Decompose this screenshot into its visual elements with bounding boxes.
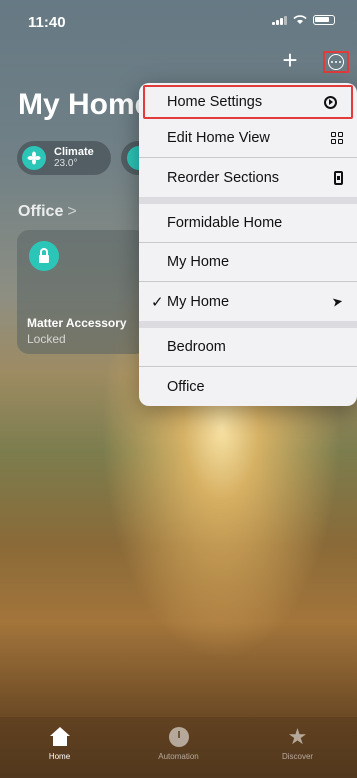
accessory-state: Locked [27, 332, 66, 346]
tab-bar: Home Automation ★ Discover [0, 717, 357, 778]
tab-label: Discover [281, 752, 314, 761]
settings-circle-icon [324, 95, 337, 109]
house-icon [49, 727, 70, 747]
section-label: Office [18, 203, 64, 220]
star-icon: ★ [287, 724, 308, 749]
phone-icon [334, 170, 343, 185]
menu-item-home-settings[interactable]: Home Settings [143, 85, 353, 119]
ellipsis-icon [328, 54, 344, 70]
home-screen: 11:40 + My Home Climate 23.0° Office > Ma… [0, 0, 357, 778]
menu-item-label: My Home [167, 293, 230, 310]
location-arrow-icon: ➤ [330, 292, 345, 310]
menu-item-label: Home Settings [167, 94, 263, 110]
menu-item-label: Edit Home View [167, 130, 270, 146]
menu-item-label: Formidable Home [167, 215, 283, 231]
clock-icon [168, 727, 189, 747]
climate-label: Climate [54, 146, 94, 158]
fan-icon [22, 146, 46, 170]
tab-label: Home [48, 752, 71, 761]
menu-separator [139, 321, 357, 328]
status-icons [272, 15, 335, 25]
lock-icon [29, 241, 59, 271]
tab-discover[interactable]: ★ Discover [248, 724, 348, 762]
menu-item-my-home-current[interactable]: ✓ My Home ➤ [139, 282, 357, 321]
menu-item-my-home[interactable]: My Home [139, 243, 357, 282]
climate-chip[interactable]: Climate 23.0° [17, 141, 111, 175]
tab-automation[interactable]: Automation [129, 725, 229, 761]
status-time: 11:40 [28, 14, 66, 31]
menu-item-label: Office [167, 378, 205, 395]
section-title-office[interactable]: Office > [18, 203, 77, 221]
menu-item-reorder-sections[interactable]: Reorder Sections [139, 158, 357, 197]
menu-item-label: Reorder Sections [167, 169, 280, 186]
menu-item-office[interactable]: Office [139, 367, 357, 406]
climate-value: 23.0° [54, 158, 78, 169]
grid-icon [331, 132, 343, 144]
menu-item-formidable-home[interactable]: Formidable Home [139, 204, 357, 243]
wifi-icon [293, 15, 307, 24]
add-button[interactable]: + [278, 47, 302, 73]
tab-home[interactable]: Home [10, 725, 110, 761]
signal-icon [272, 15, 287, 25]
more-button[interactable] [323, 51, 349, 73]
menu-item-bedroom[interactable]: Bedroom [139, 328, 357, 367]
checkmark-icon: ✓ [151, 293, 164, 311]
menu-item-label: My Home [167, 254, 230, 270]
chevron-right-icon: > [67, 203, 77, 220]
home-menu: Home Settings Edit Home View Reorder Sec… [139, 83, 357, 406]
accessory-name: Matter Accessory [27, 316, 127, 330]
page-title: My Home [18, 88, 152, 121]
accessory-tile[interactable]: Matter Accessory Locked [17, 230, 147, 354]
menu-item-edit-home-view[interactable]: Edit Home View [139, 119, 357, 158]
tab-label: Automation [158, 752, 199, 761]
menu-item-label: Bedroom [167, 339, 226, 355]
battery-icon [313, 15, 335, 25]
menu-separator [139, 197, 357, 204]
